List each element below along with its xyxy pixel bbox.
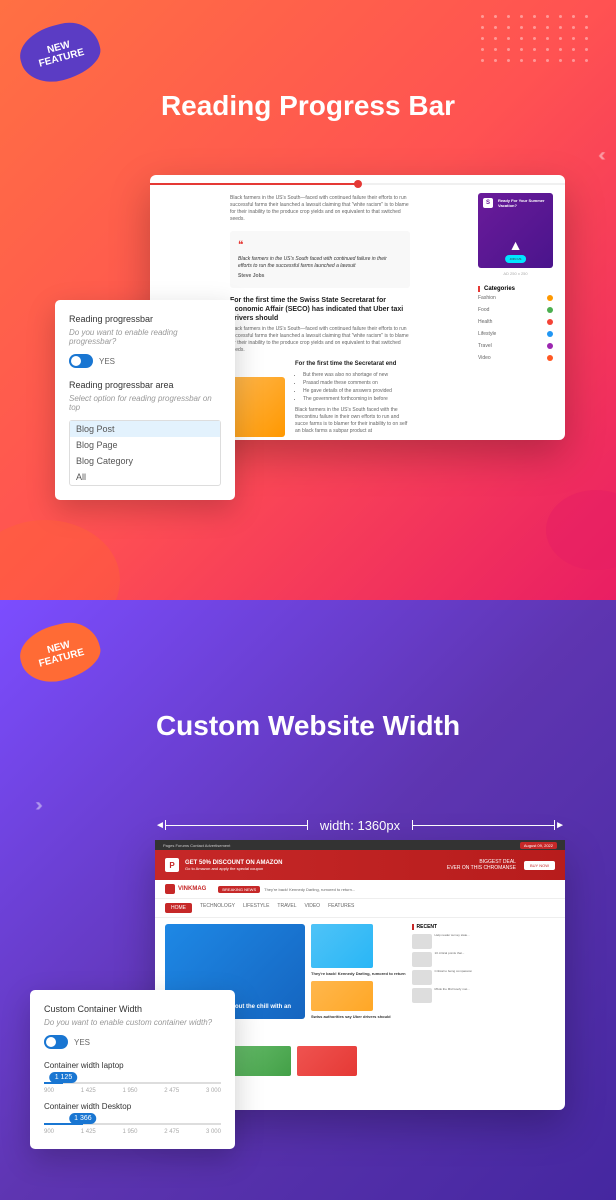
section-custom-width: NEW FEATURE ››› Custom Website Width ◄ w… xyxy=(0,600,616,1200)
nav-lifestyle[interactable]: LIFESTYLE xyxy=(243,903,269,913)
progressbar-area-select[interactable]: Blog Post Blog Page Blog Category All xyxy=(69,420,221,486)
recent-item[interactable]: Critical to being compassion xyxy=(412,970,507,985)
quote-box: ❝ Black farmers in the US's South faced … xyxy=(230,231,410,288)
top-bar: Pages Forums Contact Advertisement Augus… xyxy=(155,840,565,850)
article-heading: For the first time the Swiss State Secre… xyxy=(230,296,410,323)
slider-laptop-width[interactable]: 1 125 xyxy=(44,1082,221,1084)
popular-article[interactable] xyxy=(297,1046,357,1076)
decorative-dots xyxy=(481,15,601,70)
chevron-decoration: ››› xyxy=(35,795,38,816)
arrow-right-icon: ► xyxy=(555,820,565,831)
category-item[interactable]: Health xyxy=(478,316,553,328)
ad-logo-s: S xyxy=(483,198,493,208)
categories-widget: Categories Fashion Food Health Lifestyle… xyxy=(478,286,553,364)
recent-sidebar: RECENT Help reader survey state... 10 cr… xyxy=(412,924,507,1020)
nav-technology[interactable]: TECHNOLOGY xyxy=(200,903,235,913)
slider-desktop-width[interactable]: 1 366 xyxy=(44,1123,221,1125)
settings-panel-progressbar: Reading progressbar Do you want to enabl… xyxy=(55,300,235,500)
promo-logo-icon: P xyxy=(165,858,179,872)
recent-item[interactable]: 10 critical points that... xyxy=(412,952,507,967)
ad-arrow-icon: ▲ xyxy=(509,237,523,253)
grid-article[interactable] xyxy=(311,924,373,968)
category-item[interactable]: Fashion xyxy=(478,292,553,304)
chevron-decoration: ‹‹‹ xyxy=(598,145,601,166)
popular-article[interactable] xyxy=(231,1046,291,1076)
category-item[interactable]: Food xyxy=(478,304,553,316)
main-nav: HOME TECHNOLOGY LIFESTYLE TRAVEL VIDEO F… xyxy=(155,899,565,918)
decorative-blob xyxy=(0,520,120,600)
grid-article[interactable] xyxy=(311,981,373,1011)
decorative-blob xyxy=(546,490,616,570)
progress-bar-handle[interactable] xyxy=(354,180,362,188)
arrow-left-icon: ◄ xyxy=(155,820,165,831)
nav-travel[interactable]: TRAVEL xyxy=(277,903,296,913)
toggle-progressbar[interactable]: YES xyxy=(69,354,221,368)
ad-join-button[interactable]: JOIN US xyxy=(505,255,527,263)
section-reading-progress: ‹‹‹ NEW FEATURE Reading Progress Bar Bla… xyxy=(0,0,616,600)
logo-bar: VINKMAG BREAKING NEWS They're back! Kenn… xyxy=(155,880,565,899)
nav-video[interactable]: VIDEO xyxy=(305,903,321,913)
recent-item[interactable]: Help reader survey state... xyxy=(412,934,507,949)
settings-panel-width: Custom Container Width Do you want to en… xyxy=(30,990,235,1149)
new-feature-badge: NEW FEATURE xyxy=(14,16,106,90)
quote-icon: ❝ xyxy=(238,239,402,253)
width-indicator: ◄ width: 1360px ► xyxy=(155,818,565,833)
article-intro: Black farmers in the US's South—faced wi… xyxy=(230,195,410,223)
author-image xyxy=(230,377,285,437)
category-item[interactable]: Lifestyle xyxy=(478,328,553,340)
category-item[interactable]: Travel xyxy=(478,340,553,352)
bullet-list: But there was also no shortage of new Pr… xyxy=(303,372,410,403)
section-title: Custom Website Width xyxy=(0,710,616,742)
sidebar-ad: S Ready For Your Summer Vacation? ▲ JOIN… xyxy=(478,193,553,364)
toggle-custom-width[interactable]: YES xyxy=(44,1035,221,1049)
promo-banner: P GET 50% DISCOUNT ON AMAZON Go to Amazo… xyxy=(155,850,565,880)
category-item[interactable]: Video xyxy=(478,352,553,364)
section-title: Reading Progress Bar xyxy=(0,90,616,122)
recent-item[interactable]: Mbok the Mid Goofy met... xyxy=(412,988,507,1003)
site-logo-icon xyxy=(165,884,175,894)
progress-bar-fill xyxy=(150,183,358,185)
nav-home[interactable]: HOME xyxy=(165,903,192,913)
new-feature-badge: NEW FEATURE xyxy=(14,616,106,690)
buy-now-button[interactable]: BUY NOW xyxy=(524,861,555,870)
nav-features[interactable]: FEATURES xyxy=(328,903,354,913)
